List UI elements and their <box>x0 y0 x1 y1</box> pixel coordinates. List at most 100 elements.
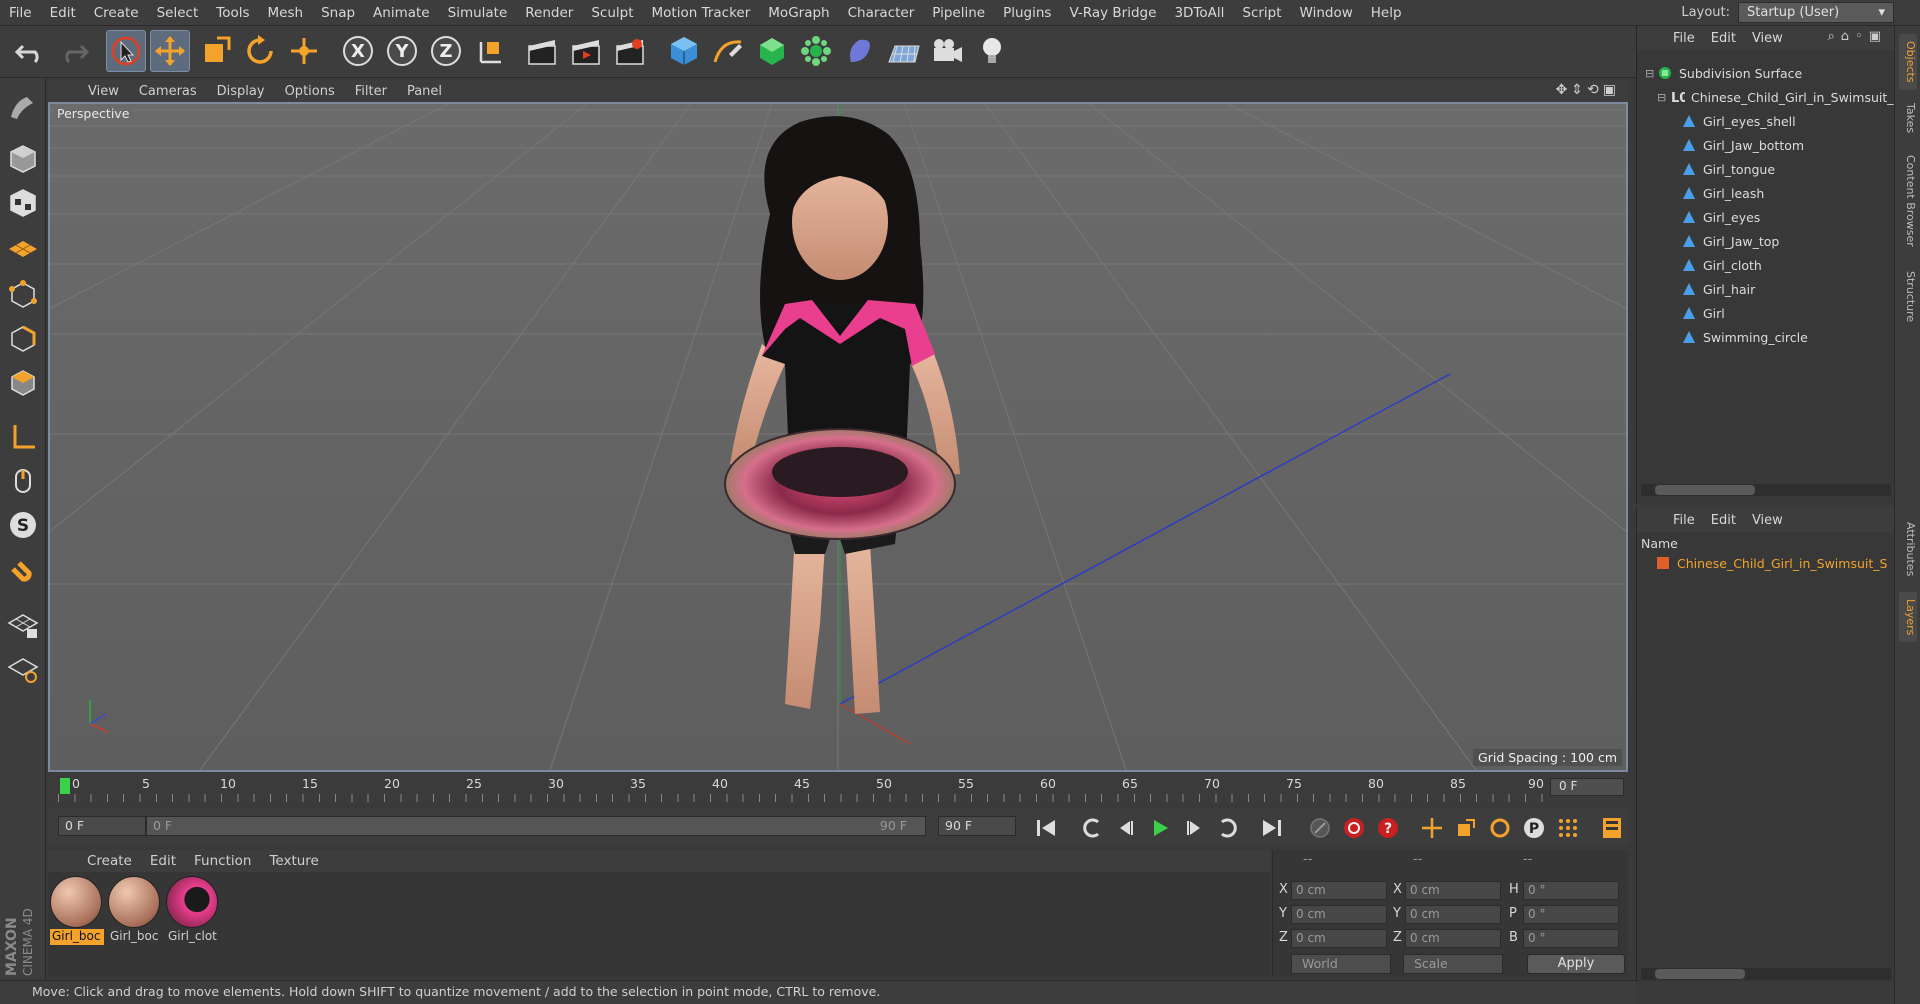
viewport-menu-panel[interactable]: Panel <box>397 84 452 99</box>
key-parameter-button[interactable]: P <box>1520 814 1548 842</box>
position-z-field[interactable]: 0 cm <box>1291 929 1387 948</box>
expand-minus-icon[interactable]: ⊟ <box>1657 91 1669 104</box>
layout-dropdown[interactable]: Startup (User) ▾ <box>1738 2 1894 23</box>
lock-workplane-button[interactable] <box>4 606 42 644</box>
end-frame-field[interactable]: 90 F <box>938 816 1016 836</box>
render-to-picture-viewer-button[interactable] <box>566 30 606 72</box>
add-deformer-button[interactable] <box>840 30 880 72</box>
key-position-button[interactable] <box>1418 814 1446 842</box>
next-frame-button[interactable] <box>1180 814 1208 842</box>
objects-menu-edit[interactable]: Edit <box>1703 31 1744 46</box>
model-mode-button[interactable] <box>4 140 42 178</box>
material-menu-function[interactable]: Function <box>185 853 260 869</box>
position-x-field[interactable]: 0 cm <box>1291 881 1387 900</box>
objects-horizontal-scrollbar[interactable] <box>1641 484 1891 496</box>
previous-key-button[interactable] <box>1078 814 1106 842</box>
viewport-menu-options[interactable]: Options <box>275 84 345 99</box>
material-swatch[interactable]: Girl_boc <box>108 876 162 948</box>
render-view-button[interactable] <box>522 30 562 72</box>
tweak-mode-button[interactable] <box>4 462 42 500</box>
menu-motion-tracker[interactable]: Motion Tracker <box>643 5 760 21</box>
move-tool-button[interactable] <box>150 30 190 72</box>
menu-edit[interactable]: Edit <box>41 5 85 21</box>
size-x-field[interactable]: 0 cm <box>1405 881 1501 900</box>
menu-help[interactable]: Help <box>1362 5 1411 21</box>
viewport-nav-icons[interactable]: ✥⇕⟲▣ <box>1556 82 1620 98</box>
objects-menu-file[interactable]: File <box>1665 31 1703 46</box>
rotation-p-field[interactable]: 0 ° <box>1523 905 1619 924</box>
add-light-button[interactable] <box>972 30 1012 72</box>
add-camera-button[interactable] <box>928 30 968 72</box>
scrollbar-thumb[interactable] <box>1655 485 1755 495</box>
add-array-button[interactable] <box>796 30 836 72</box>
scrollbar-thumb[interactable] <box>1655 969 1745 979</box>
undo-button[interactable] <box>10 30 50 72</box>
tree-item-object[interactable]: Girl_hair <box>1681 278 1755 300</box>
apply-button[interactable]: Apply <box>1527 954 1625 974</box>
tab-attributes[interactable]: Attributes <box>1899 514 1917 584</box>
add-generator-button[interactable] <box>752 30 792 72</box>
material-swatch[interactable]: Girl_clot <box>166 876 220 948</box>
transform-tool-button[interactable] <box>284 30 324 72</box>
rotate-tool-button[interactable] <box>240 30 280 72</box>
next-key-button[interactable] <box>1214 814 1242 842</box>
tree-item-object[interactable]: Girl_eyes <box>1681 206 1760 228</box>
material-swatch[interactable]: Girl_boc <box>50 876 104 948</box>
material-menu-texture[interactable]: Texture <box>260 853 327 869</box>
key-scale-button[interactable] <box>1452 814 1480 842</box>
menu-mesh[interactable]: Mesh <box>259 5 313 21</box>
menu-plugins[interactable]: Plugins <box>994 5 1060 21</box>
tree-item-object[interactable]: Swimming_circle <box>1681 326 1808 348</box>
size-mode-dropdown[interactable]: Scale <box>1403 954 1503 974</box>
menu-character[interactable]: Character <box>839 5 924 21</box>
tree-item-object[interactable]: Girl_cloth <box>1681 254 1762 276</box>
menu-script[interactable]: Script <box>1233 5 1290 21</box>
play-button[interactable] <box>1146 814 1174 842</box>
viewport-menu-filter[interactable]: Filter <box>345 84 397 99</box>
y-axis-lock-button[interactable]: Y <box>382 30 422 72</box>
playhead[interactable] <box>60 778 70 794</box>
menu-render[interactable]: Render <box>516 5 582 21</box>
layer-color-swatch[interactable] <box>1657 557 1669 569</box>
make-editable-button[interactable] <box>4 88 42 126</box>
layers-menu-edit[interactable]: Edit <box>1703 513 1744 528</box>
planar-workplane-button[interactable] <box>4 650 42 688</box>
render-settings-button[interactable] <box>610 30 650 72</box>
objects-panel-tools-icons[interactable]: ⌕⌂◦▣ <box>1828 29 1887 44</box>
menu-mograph[interactable]: MoGraph <box>759 5 838 21</box>
layers-horizontal-scrollbar[interactable] <box>1641 968 1891 980</box>
x-axis-lock-button[interactable]: X <box>338 30 378 72</box>
axis-mode-button[interactable] <box>4 418 42 456</box>
menu-snap[interactable]: Snap <box>312 5 364 21</box>
current-frame-field[interactable]: 0 F <box>1550 778 1624 796</box>
z-axis-lock-button[interactable]: Z <box>426 30 466 72</box>
redo-button[interactable] <box>54 30 94 72</box>
record-active-objects-button[interactable] <box>1340 814 1368 842</box>
timeline-window-button[interactable] <box>1598 814 1626 842</box>
position-y-field[interactable]: 0 cm <box>1291 905 1387 924</box>
start-frame-field[interactable]: 0 F <box>58 816 146 836</box>
size-z-field[interactable]: 0 cm <box>1405 929 1501 948</box>
expand-minus-icon[interactable]: ⊟ <box>1645 67 1657 80</box>
tree-item-object[interactable]: Girl_Jaw_top <box>1681 230 1779 252</box>
size-y-field[interactable]: 0 cm <box>1405 905 1501 924</box>
menu-3dtoall[interactable]: 3DToAll <box>1165 5 1233 21</box>
tab-structure[interactable]: Structure <box>1899 264 1917 330</box>
tree-item-object[interactable]: Girl_leash <box>1681 182 1764 204</box>
timeline-ruler[interactable]: 0 5 10 15 20 25 30 35 40 45 50 55 60 65 … <box>48 774 1628 804</box>
edges-mode-button[interactable] <box>4 320 42 358</box>
texture-mode-button[interactable] <box>4 184 42 222</box>
rotation-h-field[interactable]: 0 ° <box>1523 881 1619 900</box>
viewport-menu-display[interactable]: Display <box>207 84 275 99</box>
key-rotation-button[interactable] <box>1486 814 1514 842</box>
menu-window[interactable]: Window <box>1291 5 1362 21</box>
layers-menu-view[interactable]: View <box>1744 513 1791 528</box>
menu-pipeline[interactable]: Pipeline <box>923 5 994 21</box>
add-floor-button[interactable] <box>884 30 924 72</box>
preview-range-slider[interactable]: 0 F 90 F <box>146 816 926 836</box>
solo-mode-button[interactable]: S <box>4 506 42 544</box>
polygons-mode-button[interactable] <box>4 364 42 402</box>
material-menu-create[interactable]: Create <box>78 853 141 869</box>
tree-item-object[interactable]: Girl <box>1681 302 1725 324</box>
objects-menu-view[interactable]: View <box>1744 31 1791 46</box>
